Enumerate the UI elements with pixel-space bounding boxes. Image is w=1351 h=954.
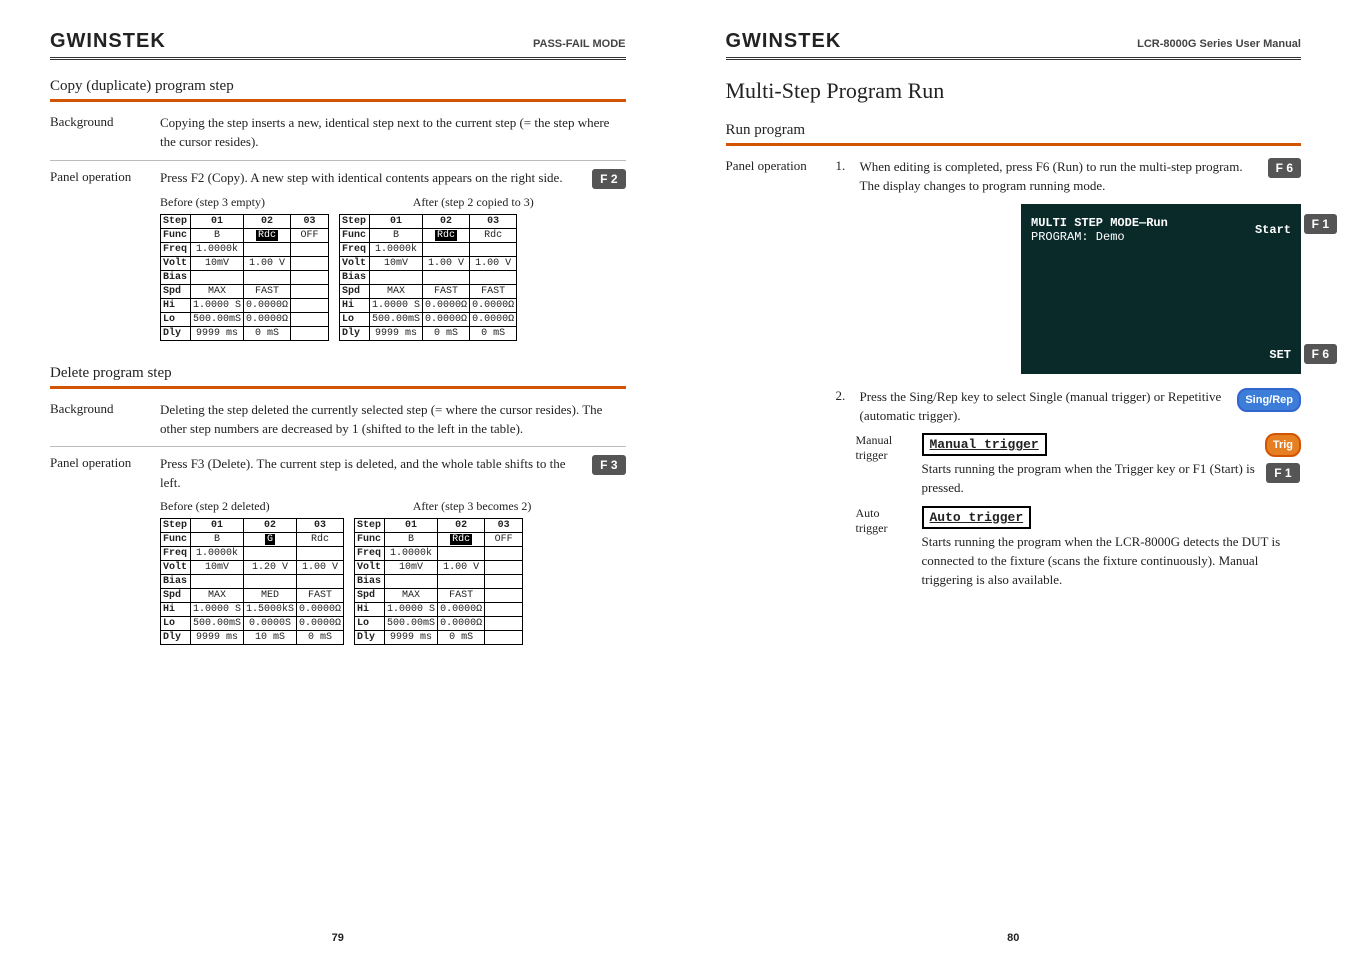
auto-trigger-title: Auto trigger [922,506,1032,529]
divider [50,160,626,161]
run-step2-row: 2. Press the Sing/Rep key to select Sing… [726,388,1302,598]
divider [726,143,1302,146]
lcd-start-label: Start [1255,223,1291,237]
auto-trigger-row: Auto trigger Auto trigger Starts running… [856,506,1302,590]
header-right: GWINSTEK LCR-8000G Series User Manual [726,30,1302,60]
f3-key-icon: F 3 [592,455,625,475]
delete-after-table: Step010203 FuncBRdcOFF Freq1.0000k Volt1… [354,518,523,645]
header-title: PASS-FAIL MODE [533,38,626,50]
delete-background-text: Deleting the step deleted the currently … [160,401,626,439]
copy-background-row: Background Copying the step inserts a ne… [50,114,626,152]
divider [50,446,626,447]
delete-operation-row: Panel operation Press F3 (Delete). The c… [50,455,626,655]
page-right: GWINSTEK LCR-8000G Series User Manual Mu… [676,0,1351,954]
f6-key-icon: F 6 [1304,344,1337,364]
header-title: LCR-8000G Series User Manual [1137,38,1301,50]
after-caption: After (step 3 becomes 2) [413,499,626,514]
trig-key-icon: Trig [1265,433,1301,457]
run-step1-row: Panel operation 1. When editing is compl… [726,158,1302,196]
auto-trigger-text: Starts running the program when the LCR-… [922,533,1302,590]
copy-operation-row: Panel operation Press F2 (Copy). A new s… [50,169,626,351]
row-label: Panel operation [50,455,160,655]
lcd-program: PROGRAM: Demo [1031,230,1168,244]
brand-logo: GWINSTEK [50,30,166,53]
step-number: 2. [836,388,850,404]
auto-trigger-label: Auto trigger [856,506,912,590]
copy-background-text: Copying the step inserts a new, identica… [160,114,626,152]
row-label: Background [50,114,160,152]
row-label: Panel operation [50,169,160,351]
f6-key-icon: F 6 [1268,158,1301,178]
table-captions: Before (step 2 deleted) After (step 3 be… [160,499,626,514]
delete-before-table: Step010203 FuncBGRdc Freq1.0000k Volt10m… [160,518,344,645]
divider [50,386,626,389]
after-caption: After (step 2 copied to 3) [413,195,626,210]
f1-key-icon: F 1 [1304,214,1337,234]
copy-after-table: Step010203 FuncBRdcRdc Freq1.0000k Volt1… [339,214,517,341]
copy-before-table: Step010203 FuncBRdcOFF Freq1.0000k Volt1… [160,214,329,341]
step1-text: When editing is completed, press F6 (Run… [860,158,1258,196]
before-caption: Before (step 2 deleted) [160,499,373,514]
row-label: Background [50,401,160,439]
step2-text: Press the Sing/Rep key to select Single … [860,388,1228,426]
delete-operation-text: Press F3 (Delete). The current step is d… [160,455,582,493]
f1-key-icon: F 1 [1266,463,1299,483]
before-caption: Before (step 3 empty) [160,195,373,210]
divider [50,99,626,102]
page-title: Multi-Step Program Run [726,78,1302,104]
table-captions: Before (step 3 empty) After (step 2 copi… [160,195,626,210]
manual-trigger-label: Manual trigger [856,433,912,498]
manual-trigger-text: Starts running the program when the Trig… [922,460,1257,498]
lcd-screen: MULTI STEP MODE—Run PROGRAM: Demo Start … [1021,204,1301,374]
page-left: GWINSTEK PASS-FAIL MODE Copy (duplicate)… [0,0,676,954]
sing-rep-key-icon: Sing/Rep [1237,388,1301,412]
brand-logo: GWINSTEK [726,30,842,53]
f2-key-icon: F 2 [592,169,625,189]
delete-background-row: Background Deleting the step deleted the… [50,401,626,439]
manual-trigger-row: Manual trigger Manual trigger Starts run… [856,433,1302,498]
copy-operation-text: Press F2 (Copy). A new step with identic… [160,169,582,188]
manual-trigger-title: Manual trigger [922,433,1047,456]
lcd-set-label: SET [1269,348,1291,362]
page-number: 80 [676,932,1351,944]
page-number: 79 [0,932,676,944]
copy-section-title: Copy (duplicate) program step [50,78,626,95]
run-section-title: Run program [726,122,1302,139]
row-label: Panel operation [726,158,836,196]
step-number: 1. [836,158,850,174]
header-left: GWINSTEK PASS-FAIL MODE [50,30,626,60]
delete-section-title: Delete program step [50,365,626,382]
lcd-title: MULTI STEP MODE—Run [1031,216,1168,230]
